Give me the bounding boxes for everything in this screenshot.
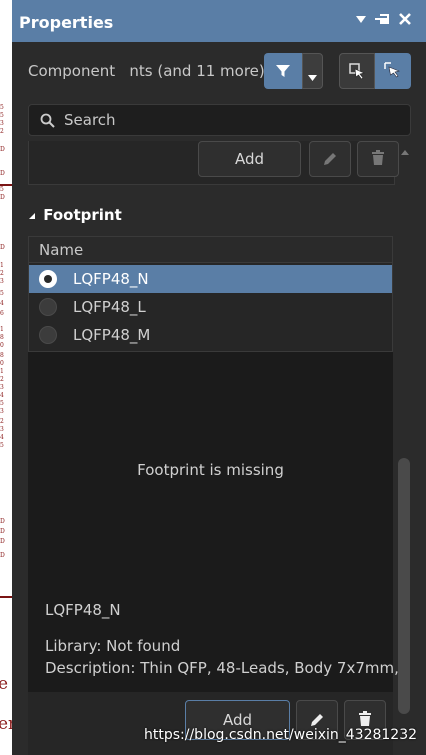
funnel-icon	[275, 63, 291, 83]
dropdown-arrow-icon[interactable]	[355, 12, 367, 30]
radio-button[interactable]	[39, 326, 57, 344]
footprint-name: LQFP48_L	[73, 298, 146, 316]
footprint-table: Name LQFP48_N LQFP48_L LQFP48_M	[28, 236, 393, 352]
table-row[interactable]: LQFP48_N	[29, 265, 392, 293]
preview-footprint-name: LQFP48_N	[45, 601, 121, 619]
delete-button[interactable]	[357, 141, 399, 177]
preview-description: Description: Thin QFP, 48-Leads, Body 7x…	[45, 659, 399, 677]
filter-button[interactable]	[264, 53, 302, 89]
footprint-preview: Footprint is missing LQFP48_N Library: N…	[28, 352, 399, 692]
edit-button[interactable]	[309, 141, 351, 177]
column-header-name[interactable]: Name	[39, 241, 83, 259]
chevron-down-icon	[307, 67, 318, 86]
footprint-section-header[interactable]: Footprint	[28, 206, 122, 224]
select-cursor-icon	[383, 61, 401, 83]
select-objects-button[interactable]	[339, 53, 375, 89]
close-icon[interactable]	[398, 12, 412, 31]
footprint-name: LQFP48_M	[73, 326, 151, 344]
add-button[interactable]: Add	[198, 141, 301, 177]
table-header: Name	[29, 237, 392, 263]
radio-button[interactable]	[39, 298, 57, 316]
footprint-name: LQFP48_N	[73, 270, 149, 288]
section-title: Footprint	[43, 206, 122, 224]
panel-titlebar: Properties	[12, 0, 426, 42]
object-filter-row: Component nts (and 11 more)	[12, 50, 426, 92]
vertical-scrollbar-thumb[interactable]	[398, 458, 410, 714]
parameters-action-bar: Add	[28, 141, 399, 185]
collapse-triangle-icon	[28, 206, 38, 224]
scroll-up-arrow-icon[interactable]	[400, 148, 414, 158]
trash-icon	[371, 150, 385, 170]
filter-summary[interactable]: Component nts (and 11 more)	[28, 62, 265, 80]
select-cursor-button[interactable]	[375, 53, 411, 89]
table-row[interactable]: LQFP48_L	[29, 293, 392, 321]
watermark-text: https://blog.csdn.net/weixin_43281232	[144, 727, 418, 743]
search-input[interactable]: Search	[28, 104, 411, 136]
properties-panel: Properties Component nts (and 11 more) S…	[12, 0, 426, 755]
search-icon	[40, 113, 55, 132]
pencil-icon	[322, 151, 338, 171]
preview-library: Library: Not found	[45, 637, 181, 655]
schematic-canvas-edge: 5 5 3 2 D D 5 D D 1 2 3 5 4 6 1 8 0 8 0 …	[0, 0, 12, 755]
table-row[interactable]: LQFP48_M	[29, 321, 392, 349]
radio-button[interactable]	[39, 270, 57, 288]
footprint-action-bar: Add	[28, 692, 393, 755]
pin-icon[interactable]	[374, 12, 390, 31]
select-objects-icon	[348, 62, 366, 84]
missing-message: Footprint is missing	[137, 461, 284, 479]
panel-title: Properties	[19, 13, 114, 32]
filter-dropdown[interactable]	[302, 53, 323, 89]
search-placeholder: Search	[64, 111, 116, 129]
